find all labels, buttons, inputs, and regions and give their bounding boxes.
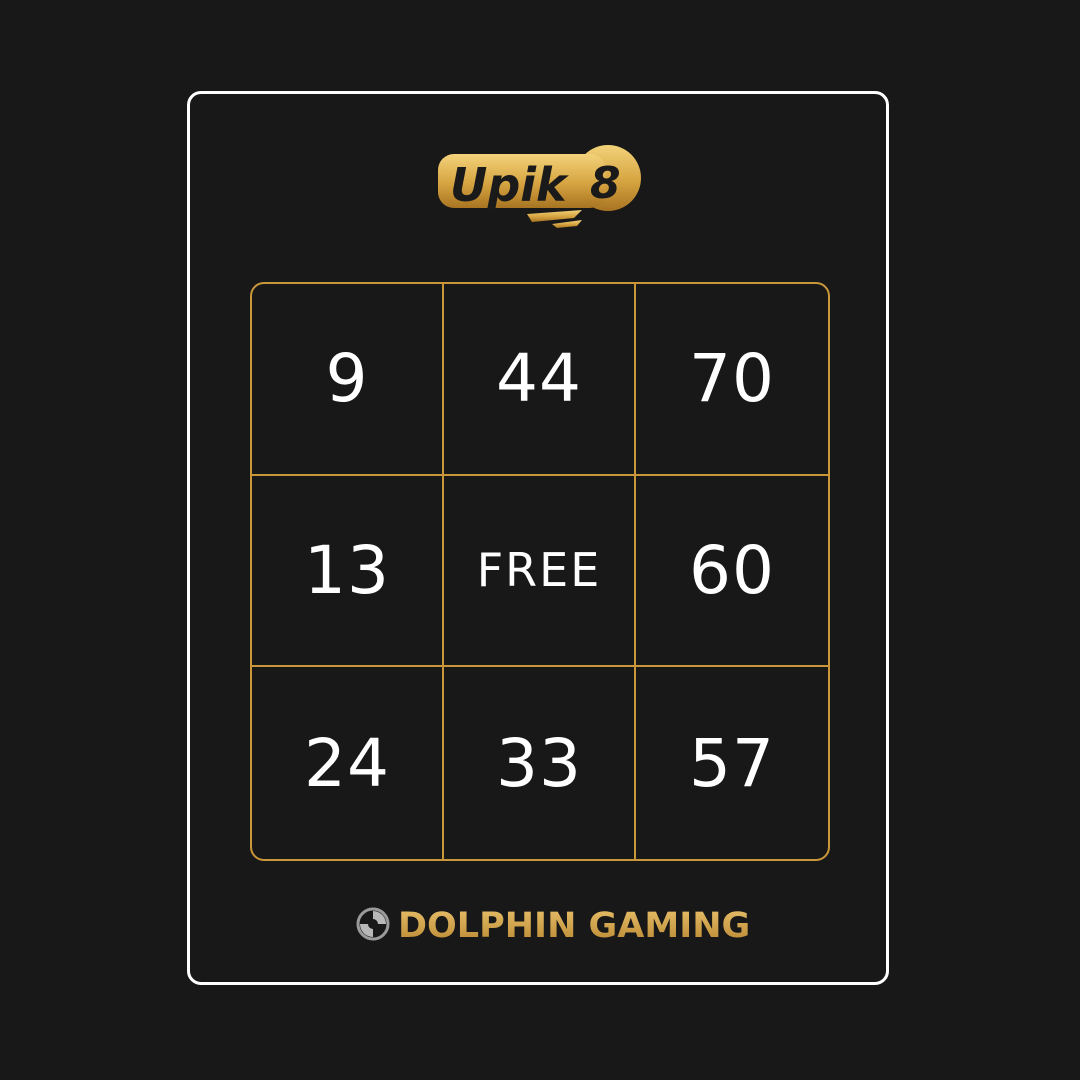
dolphin-gaming-logo: DOLPHIN GAMING — [356, 902, 750, 950]
svg-text:8: 8 — [590, 158, 621, 209]
bingo-cell[interactable]: 60 — [636, 476, 828, 668]
footer-brand-text: DOLPHIN GAMING — [398, 906, 751, 946]
bingo-grid: 9 44 70 13 FREE 60 24 33 57 — [250, 282, 830, 861]
bingo-cell[interactable]: 13 — [252, 475, 444, 668]
bingo-cell[interactable]: 44 — [444, 284, 636, 476]
bingo-cell[interactable]: 9 — [252, 284, 444, 476]
bingo-cell[interactable]: 57 — [636, 667, 828, 859]
upik8-logo: Upik 8 — [432, 126, 652, 236]
bingo-cell[interactable]: 33 — [444, 667, 636, 859]
svg-text:Upik: Upik — [450, 158, 569, 212]
dolphin-gaming-icon — [356, 907, 390, 945]
bingo-cell[interactable]: 70 — [636, 284, 828, 476]
bingo-free-cell[interactable]: FREE — [444, 475, 636, 668]
bingo-cell[interactable]: 24 — [252, 667, 444, 859]
